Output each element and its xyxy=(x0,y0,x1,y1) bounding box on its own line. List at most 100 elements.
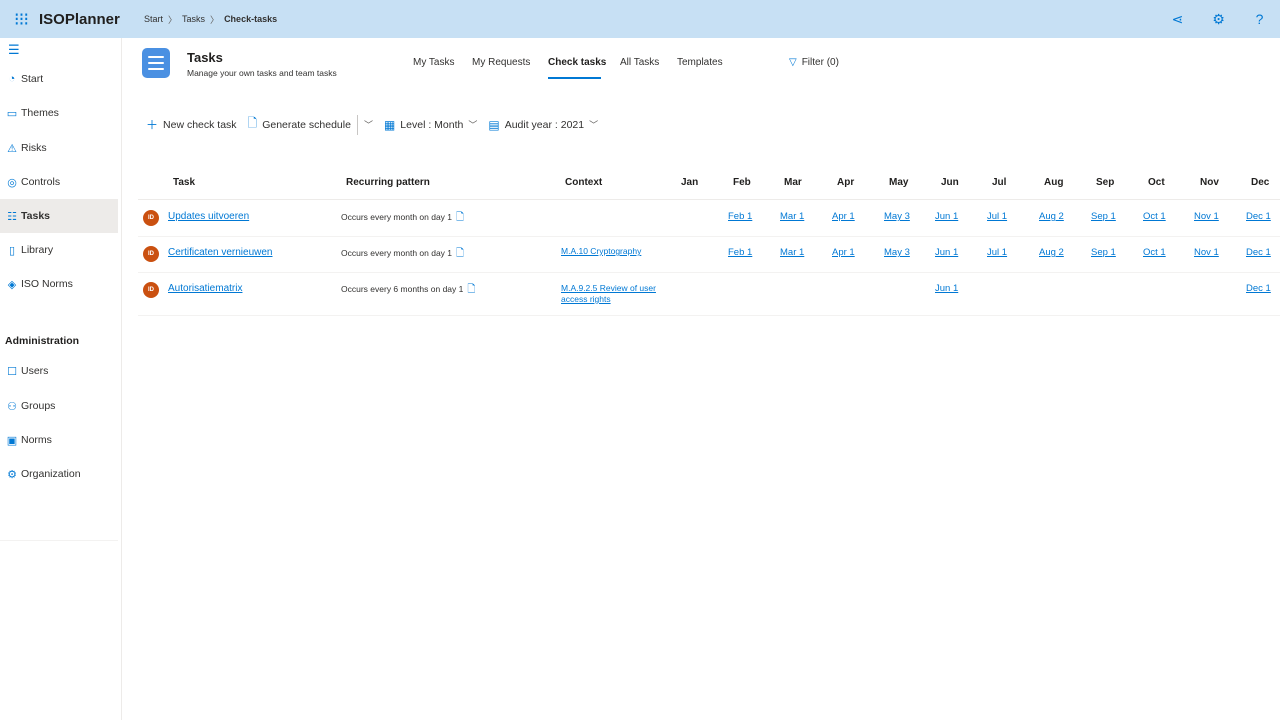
controls-icon: ◎ xyxy=(7,176,17,189)
header-task[interactable]: Task xyxy=(173,177,195,188)
audit-year-dropdown[interactable]: ▤ Audit year : 2021 ﹀ xyxy=(488,118,598,132)
page-subtitle: Manage your own tasks and team tasks xyxy=(187,68,337,78)
sidebar-item-library[interactable]: ▯ Library xyxy=(0,233,118,267)
month-link[interactable]: Dec 1 xyxy=(1246,211,1271,222)
grid-header: Task Recurring pattern Context Jan Feb M… xyxy=(138,170,1280,200)
sidebar-item-users[interactable]: ☐ Users xyxy=(0,354,118,388)
sidebar-divider xyxy=(0,540,118,541)
task-link[interactable]: Autorisatiematrix xyxy=(168,283,242,294)
risks-icon: ⚠ xyxy=(7,142,17,155)
app-launcher-icon[interactable]: ⁝⁝⁝ xyxy=(6,9,36,30)
month-link[interactable]: Nov 1 xyxy=(1194,211,1219,222)
month-link[interactable]: Dec 1 xyxy=(1246,247,1271,258)
sidebar-item-label: Themes xyxy=(21,107,59,119)
chevron-right-icon: 〉 xyxy=(210,14,220,25)
sidebar-item-themes[interactable]: ▭ Themes xyxy=(0,96,118,130)
header-context[interactable]: Context xyxy=(565,177,602,188)
sidebar-item-organization[interactable]: ⚙ Organization xyxy=(0,457,118,491)
sidebar-item-controls[interactable]: ◎ Controls xyxy=(0,165,118,199)
app-title[interactable]: ISOPlanner xyxy=(39,11,135,28)
month-link[interactable]: Mar 1 xyxy=(780,247,804,258)
recurring-pattern: Occurs every month on day 1 🗋 xyxy=(341,246,464,263)
sidebar-item-groups[interactable]: ⚇ Groups xyxy=(0,389,118,423)
document-icon[interactable]: 🗋 xyxy=(456,212,464,223)
header-month: Apr xyxy=(837,177,855,188)
administration-heading: Administration xyxy=(5,335,80,347)
tab-all-tasks[interactable]: All Tasks xyxy=(620,57,659,68)
hamburger-menu-icon[interactable]: ☰ xyxy=(8,42,20,58)
level-dropdown[interactable]: ▦ Level : Month ﹀ xyxy=(384,118,477,132)
norms-icon: ▣ xyxy=(6,434,18,447)
month-link[interactable]: Jun 1 xyxy=(935,247,958,258)
header-month: Jan xyxy=(681,177,699,188)
calendar-icon: ▤ xyxy=(488,117,500,132)
filter-label: Filter (0) xyxy=(801,57,839,68)
iso-norms-icon: ◈ xyxy=(7,278,17,291)
month-link[interactable]: Mar 1 xyxy=(780,211,804,222)
avatar: ID xyxy=(143,282,159,298)
breadcrumb-check-tasks: Check-tasks xyxy=(224,14,278,24)
sidebar-item-tasks[interactable]: ☷ Tasks xyxy=(0,199,118,233)
month-link[interactable]: Apr 1 xyxy=(832,211,855,222)
library-icon: ▯ xyxy=(8,244,16,257)
sidebar-item-start[interactable]: ◔ Start xyxy=(0,62,118,96)
tab-templates[interactable]: Templates xyxy=(677,57,723,68)
sidebar: ☰ ◔ Start ▭ Themes ⚠ Risks ◎ Controls ☷ … xyxy=(0,38,122,720)
document-icon[interactable]: 🗋 xyxy=(456,248,464,259)
month-link[interactable]: Dec 1 xyxy=(1246,283,1271,294)
month-link[interactable]: Nov 1 xyxy=(1194,247,1219,258)
filter-icon: ▽ xyxy=(789,57,797,68)
month-link[interactable]: Jun 1 xyxy=(935,283,958,294)
new-check-task-button[interactable]: ＋ New check task xyxy=(146,116,237,133)
sidebar-item-iso-norms[interactable]: ◈ ISO Norms xyxy=(0,267,118,301)
tab-my-tasks[interactable]: My Tasks xyxy=(413,57,455,68)
sidebar-item-label: Tasks xyxy=(21,210,50,222)
context-link[interactable]: M.A.9.2.5 Review of user access rights xyxy=(561,283,671,305)
filter-button[interactable]: ▽ Filter (0) xyxy=(789,57,839,68)
sidebar-item-label: Library xyxy=(21,244,54,256)
month-link[interactable]: Jul 1 xyxy=(987,247,1007,258)
generate-schedule-button[interactable]: 🗋 Generate schedule xyxy=(248,114,351,135)
month-link[interactable]: Apr 1 xyxy=(832,247,855,258)
month-link[interactable]: Jul 1 xyxy=(987,211,1007,222)
document-icon: 🗋 xyxy=(247,116,258,130)
task-link[interactable]: Updates uitvoeren xyxy=(168,211,249,222)
breadcrumb-tasks[interactable]: Tasks xyxy=(182,14,205,24)
chevron-down-icon[interactable]: ﹀ xyxy=(364,118,373,131)
month-link[interactable]: Sep 1 xyxy=(1091,247,1116,258)
tab-my-requests[interactable]: My Requests xyxy=(472,57,530,68)
month-link[interactable]: Jun 1 xyxy=(935,211,958,222)
month-link[interactable]: Oct 1 xyxy=(1143,247,1166,258)
gear-icon[interactable]: ⚙ xyxy=(1198,11,1239,28)
header-month: Jun xyxy=(941,177,959,188)
tab-check-tasks[interactable]: Check tasks xyxy=(548,57,606,68)
month-link[interactable]: Aug 2 xyxy=(1039,247,1064,258)
sidebar-item-risks[interactable]: ⚠ Risks xyxy=(0,131,118,165)
recurring-pattern: Occurs every 6 months on day 1 🗋 xyxy=(341,282,475,299)
sidebar-item-label: Risks xyxy=(21,142,47,154)
audit-year-label: Audit year : 2021 xyxy=(504,118,585,131)
document-icon[interactable]: 🗋 xyxy=(467,284,475,295)
month-link[interactable]: May 3 xyxy=(884,211,910,222)
help-icon[interactable]: ? xyxy=(1239,11,1280,27)
table-row: ID Autorisatiematrix Occurs every 6 mont… xyxy=(138,273,1280,316)
header-recurring-pattern[interactable]: Recurring pattern xyxy=(346,177,430,188)
context-link[interactable]: M.A.10 Cryptography xyxy=(561,246,671,257)
month-link[interactable]: Sep 1 xyxy=(1091,211,1116,222)
month-link[interactable]: Feb 1 xyxy=(728,247,752,258)
month-link[interactable]: Aug 2 xyxy=(1039,211,1064,222)
active-tab-indicator xyxy=(548,77,601,79)
breadcrumb-start[interactable]: Start xyxy=(144,14,163,24)
month-link[interactable]: May 3 xyxy=(884,247,910,258)
header-month: Nov xyxy=(1200,177,1219,188)
month-link[interactable]: Feb 1 xyxy=(728,211,752,222)
task-link[interactable]: Certificaten vernieuwen xyxy=(168,247,273,258)
month-link[interactable]: Oct 1 xyxy=(1143,211,1166,222)
sidebar-item-label: Groups xyxy=(21,400,56,412)
header-month: Feb xyxy=(733,177,751,188)
chevron-down-icon: ﹀ xyxy=(468,120,478,130)
sidebar-item-norms[interactable]: ▣ Norms xyxy=(0,423,118,457)
page-title: Tasks xyxy=(187,50,223,65)
share-icon[interactable]: ⋖ xyxy=(1157,11,1198,28)
tasks-icon: ☷ xyxy=(7,210,17,223)
